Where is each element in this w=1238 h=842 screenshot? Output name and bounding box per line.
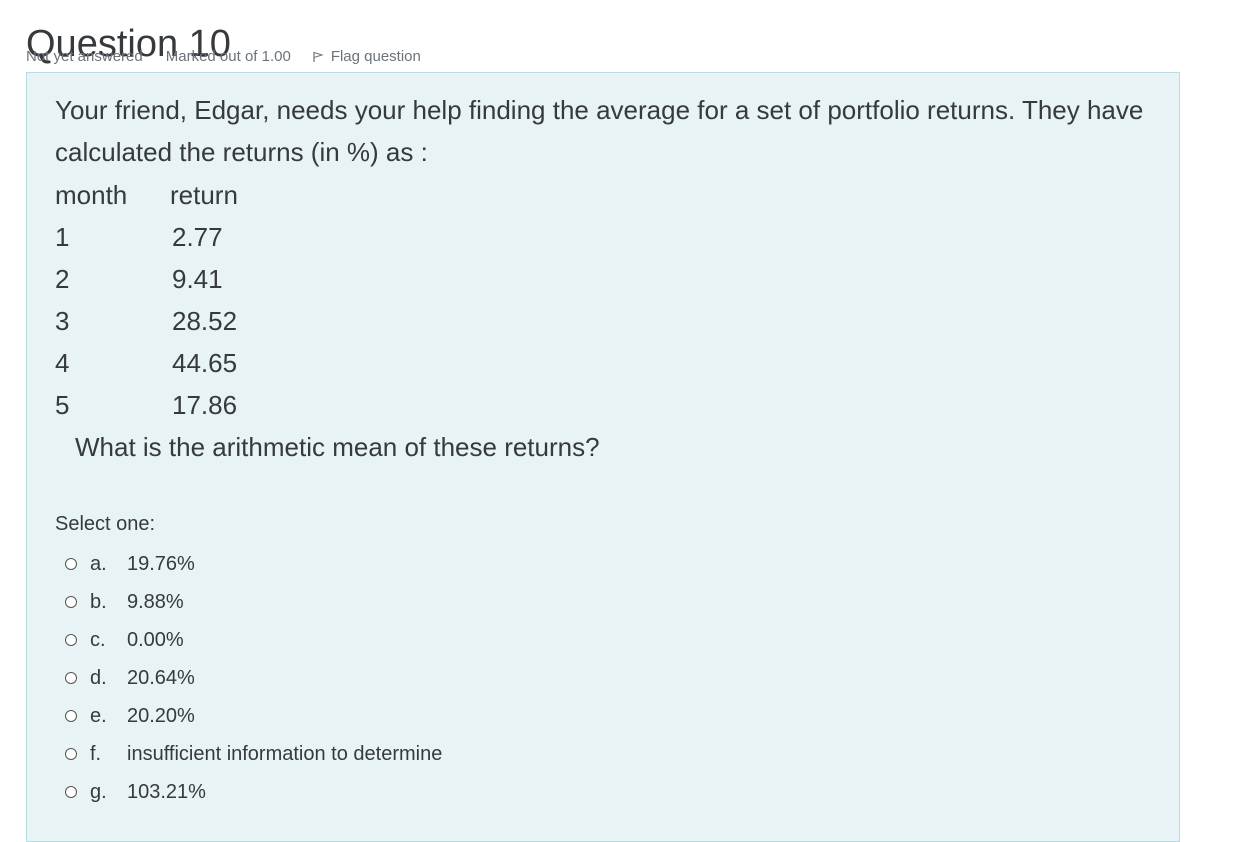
table-cell-month: 2 [55,264,70,294]
radio-unchecked-icon[interactable] [65,634,77,646]
answer-option-d[interactable]: d. 20.64% [65,659,665,697]
table-header-month: month [55,180,128,210]
option-letter: d. [90,666,107,689]
flag-icon [313,51,324,62]
question-grade: Marked out of 1.00 [165,48,291,65]
question-info: Not yet answered Marked out of 1.00 Flag… [26,48,421,65]
answer-option-b[interactable]: b. 9.88% [65,583,665,621]
answer-options: a. 19.76% b. 9.88% c. 0.00% d. 20.64% e.… [65,545,665,811]
option-letter: c. [90,628,106,651]
returns-table: month return 1 2.77 2 9.41 3 28.52 4 44.… [55,174,315,426]
flag-question-label: Flag question [330,48,421,65]
table-row: 3 28.52 [55,300,315,342]
question-formulation: Your friend, Edgar, needs your help find… [26,72,1180,842]
answer-option-a[interactable]: a. 19.76% [65,545,665,583]
option-text: 9.88% [127,590,184,613]
table-header-row: month return [55,174,315,216]
option-letter: e. [90,704,107,727]
option-text: 19.76% [127,552,195,575]
option-letter: f. [90,742,102,765]
table-cell-return: 28.52 [172,306,238,336]
flag-question-link[interactable]: Flag question [312,48,421,65]
option-letter: a. [90,552,107,575]
table-cell-return: 44.65 [172,348,238,378]
radio-unchecked-icon[interactable] [65,558,77,570]
radio-unchecked-icon[interactable] [65,710,77,722]
table-row: 1 2.77 [55,216,315,258]
select-one-prompt: Select one: [55,513,156,535]
radio-unchecked-icon[interactable] [65,596,77,608]
answer-option-e[interactable]: e. 20.20% [65,697,665,735]
question-text: What is the arithmetic mean of these ret… [75,432,600,462]
table-cell-return: 17.86 [172,390,238,420]
answer-option-c[interactable]: c. 0.00% [65,621,665,659]
answer-option-g[interactable]: g. 103.21% [65,773,665,811]
table-row: 2 9.41 [55,258,315,300]
table-cell-month: 3 [55,306,70,336]
option-text: insufficient information to determine [127,742,443,765]
table-row: 4 44.65 [55,342,315,384]
radio-unchecked-icon[interactable] [65,786,77,798]
option-letter: b. [90,590,107,613]
table-cell-month: 5 [55,390,70,420]
table-cell-month: 1 [55,222,70,252]
option-text: 20.20% [127,704,195,727]
option-text: 0.00% [127,628,184,651]
table-cell-return: 9.41 [172,264,223,294]
radio-unchecked-icon[interactable] [65,748,77,760]
question-intro: Your friend, Edgar, needs your help find… [55,95,1144,167]
option-text: 20.64% [127,666,195,689]
answer-option-f[interactable]: f. insufficient information to determine [65,735,665,773]
option-letter: g. [90,780,107,803]
question-state: Not yet answered [26,48,143,65]
option-text: 103.21% [127,780,206,803]
table-row: 5 17.86 [55,384,315,426]
radio-unchecked-icon[interactable] [65,672,77,684]
table-cell-return: 2.77 [172,222,223,252]
table-cell-month: 4 [55,348,70,378]
table-header-return: return [170,180,238,210]
